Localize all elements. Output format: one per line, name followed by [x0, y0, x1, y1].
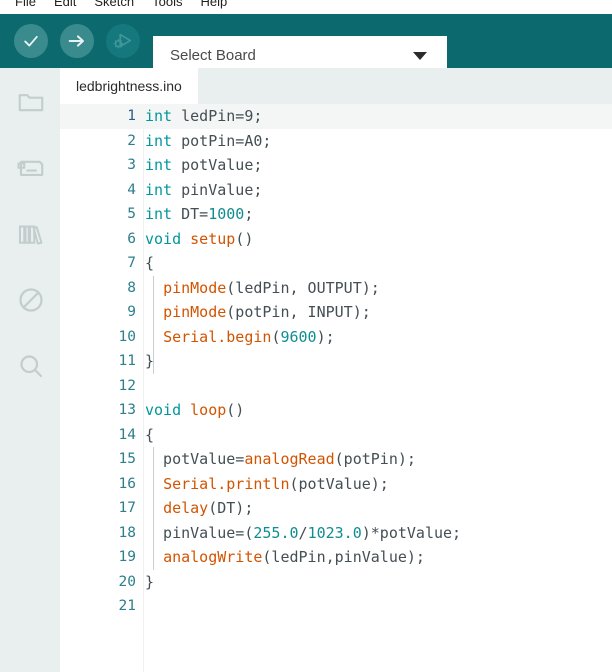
- sidebar-item-debug[interactable]: [13, 282, 49, 318]
- sidebar-item-search[interactable]: [13, 348, 49, 384]
- menu-item-edit[interactable]: Edit: [45, 0, 85, 13]
- line-number: 15: [118, 451, 136, 467]
- code-text: int potPin=A0;: [145, 131, 272, 150]
- code-text: int pinValue;: [145, 180, 263, 199]
- board-select-value: Select Board: [170, 47, 256, 64]
- code-line[interactable]: 2 int potPin=A0;: [60, 129, 612, 154]
- line-number: 16: [118, 475, 136, 492]
- code-line[interactable]: 20}: [60, 570, 612, 595]
- line-number: 14: [118, 426, 136, 443]
- code-line[interactable]: 13 void loop(): [60, 398, 612, 423]
- tab-label: ledbrightness.ino: [76, 78, 182, 94]
- line-number: 19: [118, 549, 136, 565]
- code-text: {: [145, 425, 155, 444]
- line-number: 2: [127, 132, 136, 149]
- line-number: 21: [118, 598, 136, 614]
- line-number: 5: [127, 206, 136, 222]
- line-number: 13: [118, 402, 136, 418]
- arduino-ide-window: File Edit Sketch Tools Help Select Board…: [0, 0, 612, 672]
- code-line[interactable]: 4 int pinValue;: [60, 178, 612, 203]
- code-text: analogWrite(ledPin,pinValue);: [163, 548, 425, 566]
- code-line[interactable]: 6 void setup(): [60, 227, 612, 252]
- no-entry-icon: [19, 288, 43, 312]
- code-line[interactable]: 12: [60, 374, 612, 399]
- line-number: 18: [118, 524, 136, 541]
- code-text: int potValue;: [145, 156, 263, 174]
- code-line[interactable]: 3 int potValue;: [60, 153, 612, 178]
- board-icon: [17, 160, 44, 176]
- line-number: 9: [127, 304, 136, 320]
- folder-icon: [18, 94, 44, 112]
- menu-bar: File Edit Sketch Tools Help: [0, 0, 612, 13]
- line-number: 12: [118, 377, 136, 394]
- line-number: 7: [127, 255, 136, 271]
- books-icon: [19, 225, 43, 245]
- chevron-down-icon: [413, 51, 427, 60]
- code-editor[interactable]: 1 int ledPin=9; 2 int potPin=A0; 3 int potVal…: [60, 104, 612, 672]
- code-text: void loop(): [145, 401, 245, 419]
- code-text: int DT=1000;: [145, 205, 254, 223]
- code-text: Serial.println(potValue);: [163, 474, 389, 493]
- menu-item-sketch[interactable]: Sketch: [85, 0, 143, 13]
- code-line[interactable]: 15 potValue=analogRead(potPin);: [60, 447, 612, 472]
- line-number: 8: [127, 279, 136, 296]
- upload-button[interactable]: [60, 24, 94, 58]
- code-text: pinMode(potPin, INPUT);: [163, 303, 371, 321]
- code-line[interactable]: 8 pinMode(ledPin, OUTPUT);: [60, 276, 612, 301]
- indent-guide: [153, 275, 154, 374]
- code-text: potValue=analogRead(potPin);: [145, 450, 416, 468]
- code-line[interactable]: 21: [60, 594, 612, 619]
- code-line[interactable]: 18 pinValue=(255.0/1023.0)*potValue;: [60, 521, 612, 546]
- line-number: 17: [118, 500, 136, 516]
- code-line[interactable]: 9 pinMode(potPin, INPUT);: [60, 300, 612, 325]
- line-number: 10: [118, 328, 136, 345]
- sidebar-item-sketchbook[interactable]: [13, 84, 49, 120]
- sidebar-item-boards-manager[interactable]: [13, 150, 49, 186]
- code-text: }: [145, 572, 155, 591]
- search-icon: [20, 355, 43, 378]
- code-line[interactable]: 14 {: [60, 423, 612, 448]
- line-number: 4: [127, 181, 136, 198]
- line-number: 3: [127, 157, 136, 173]
- sidebar-item-library-manager[interactable]: [13, 216, 49, 252]
- line-number: 1: [127, 108, 136, 124]
- toolbar: Select Board: [0, 14, 612, 75]
- code-text: pinMode(ledPin, OUTPUT);: [163, 278, 380, 297]
- code-line[interactable]: 19 analogWrite(ledPin,pinValue);: [60, 545, 612, 570]
- code-line[interactable]: 11}: [60, 349, 612, 374]
- line-number: 20: [118, 573, 136, 590]
- code-text: Serial.begin(9600);: [163, 327, 335, 346]
- debug-button[interactable]: [106, 24, 140, 58]
- activity-sidebar: [0, 68, 60, 672]
- code-text: int ledPin=9;: [145, 107, 263, 125]
- arrow-right-icon: [68, 35, 84, 47]
- code-line[interactable]: 1 int ledPin=9;: [60, 104, 612, 129]
- tab-ledbrightness[interactable]: ledbrightness.ino: [60, 68, 198, 104]
- menu-item-file[interactable]: File: [6, 0, 45, 13]
- debug-play-gear-icon: [113, 33, 132, 49]
- code-line[interactable]: 10 Serial.begin(9600);: [60, 325, 612, 350]
- verify-button[interactable]: [14, 24, 48, 58]
- check-icon: [24, 35, 38, 47]
- code-text: {: [145, 254, 155, 272]
- line-number: 11: [118, 353, 136, 369]
- code-text: void setup(): [145, 229, 254, 248]
- menu-item-tools[interactable]: Tools: [143, 0, 191, 13]
- indent-guide: [153, 447, 154, 570]
- code-line[interactable]: 17 delay(DT);: [60, 496, 612, 521]
- code-line[interactable]: 5 int DT=1000;: [60, 202, 612, 227]
- code-text: pinValue=(255.0/1023.0)*potValue;: [145, 523, 462, 542]
- tab-bar: ledbrightness.ino: [60, 68, 612, 104]
- code-line[interactable]: 7{: [60, 251, 612, 276]
- code-line[interactable]: 16 Serial.println(potValue);: [60, 472, 612, 497]
- menu-item-help[interactable]: Help: [191, 0, 236, 13]
- line-number: 6: [127, 230, 136, 247]
- code-text: delay(DT);: [163, 499, 254, 517]
